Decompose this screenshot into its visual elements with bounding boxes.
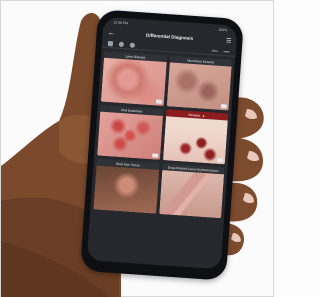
image-count-icon <box>216 157 224 163</box>
smartphone: 12:30 PM 100% ← Differential Diagnosis ☰… <box>80 9 244 281</box>
card-label: Measles <box>188 112 201 118</box>
photo-frame: 12:30 PM 100% ← Differential Diagnosis ☰… <box>0 0 274 297</box>
image-count-icon <box>151 153 158 158</box>
warning-icon: ▲ <box>201 113 206 118</box>
toolbar-spacer <box>141 45 206 50</box>
skin-image <box>93 165 159 214</box>
phone-screen: 12:30 PM 100% ← Differential Diagnosis ☰… <box>86 16 238 270</box>
diagnosis-card[interactable]: Drug-induced Lupus Erythematosus <box>158 163 225 219</box>
diagnosis-card-alert[interactable]: Measles ▲ <box>162 109 229 165</box>
status-time: 12:30 PM <box>113 19 129 25</box>
camera-icon[interactable] <box>107 40 114 46</box>
image-count-icon <box>220 104 227 109</box>
record-icon[interactable] <box>129 42 136 48</box>
status-battery: 100% <box>218 27 228 32</box>
diagnosis-card[interactable]: Viral Exanthem <box>97 104 164 160</box>
diagnosis-grid: Lyme Disease Nummular Eczema Viral Exant… <box>90 48 235 222</box>
filter-icon[interactable] <box>223 50 230 52</box>
diagnosis-card[interactable]: Wool Hair Perive <box>93 158 160 214</box>
skin-image <box>166 62 232 111</box>
diagnosis-card[interactable]: Nummular Eczema <box>166 55 233 111</box>
image-count-icon <box>155 99 162 104</box>
edit-icon[interactable] <box>211 49 218 52</box>
skin-image <box>162 116 228 165</box>
skin-image <box>97 111 163 160</box>
diagnosis-card[interactable]: Lyme Disease <box>100 50 167 106</box>
user-icon[interactable] <box>118 41 125 47</box>
back-arrow-icon[interactable]: ← <box>107 27 118 37</box>
menu-icon[interactable]: ☰ <box>221 37 232 44</box>
skin-image <box>100 57 167 106</box>
skin-image <box>158 170 225 219</box>
